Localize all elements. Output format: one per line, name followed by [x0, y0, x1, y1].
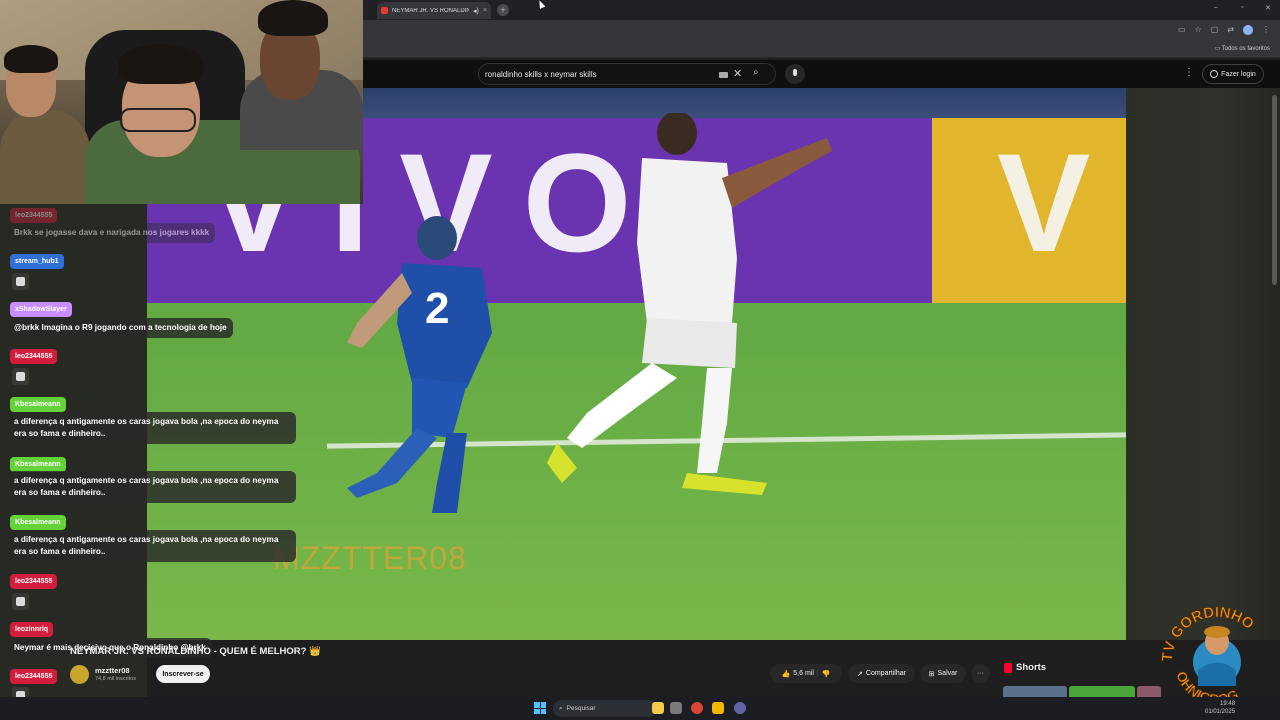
all-bookmarks-link[interactable]: ▭ Todos os favoritos	[1214, 45, 1270, 52]
chat-message: a diferença q antigamente os caras jogav…	[8, 471, 296, 503]
search-box: ✕ ⌕	[478, 63, 776, 85]
shorts-label: Shorts	[1016, 662, 1047, 673]
like-count[interactable]: 5,6 mil	[793, 670, 814, 677]
share-button[interactable]: ↗ Compartilhar	[848, 664, 915, 683]
chat-message: a diferença q antigamente os caras jogav…	[8, 530, 296, 562]
clock-time: 19:48	[1220, 701, 1236, 707]
clear-search-icon[interactable]: ✕	[733, 67, 742, 80]
microphone-icon[interactable]	[785, 64, 805, 84]
shorts-header: Shorts	[1004, 662, 1046, 673]
subscribe-button[interactable]: Inscrever-se	[156, 665, 210, 683]
chat-username: Kbesalmeann	[10, 515, 66, 530]
login-button[interactable]: Fazer login	[1202, 64, 1264, 84]
search-icon: ⌕	[559, 704, 563, 712]
chat-username: Kbesalmeann	[10, 397, 66, 412]
channel-avatar[interactable]	[70, 665, 89, 684]
tab-title: NEYMAR JR. VS RONALDIN	[392, 7, 470, 14]
extensions-icon[interactable]: ▢	[1211, 25, 1219, 35]
taskbar-search-placeholder: Pesquisar	[566, 705, 596, 712]
keyboard-icon[interactable]	[719, 72, 728, 78]
bookmark-star-icon[interactable]: ☆	[1195, 25, 1202, 35]
chat-sticker-icon	[12, 273, 29, 290]
cast-icon[interactable]: ▭	[1178, 25, 1186, 35]
like-icon[interactable]: 👍	[782, 670, 791, 678]
windows-taskbar: ⌕ Pesquisar 19:48 01/01/2025	[0, 697, 1280, 720]
taskbar-search[interactable]: ⌕ Pesquisar	[553, 700, 657, 717]
youtube-favicon-icon	[381, 7, 388, 14]
share-icon: ↗	[857, 670, 863, 678]
tab-close-icon[interactable]: ×	[483, 7, 487, 14]
recommendations-panel	[1126, 88, 1280, 640]
clock-date: 01/01/2025	[1205, 709, 1236, 715]
shorts-icon	[1004, 662, 1012, 673]
video-title: NEYMAR JR. VS RONALDINHO - QUEM É MELHOR…	[70, 646, 321, 657]
chat-username: Kbesalmeann	[10, 457, 66, 472]
chrome-icon[interactable]	[691, 702, 703, 714]
new-tab-button[interactable]: +	[497, 4, 509, 16]
windows-start-icon[interactable]	[534, 702, 546, 714]
share-label: Compartilhar	[865, 670, 906, 677]
save-icon: ⊞	[928, 670, 935, 678]
minimize-icon[interactable]: –	[1214, 4, 1218, 11]
widgets-icon[interactable]	[652, 702, 664, 714]
app-icon[interactable]	[734, 702, 746, 714]
search-input[interactable]	[485, 67, 715, 81]
like-dislike-pill: 👍 5,6 mil | 👎	[770, 664, 842, 683]
chat-username: leozinnrlq	[10, 622, 54, 637]
audio-speaker-icon[interactable]: ◂)	[473, 7, 479, 15]
blue-player-figure: 2	[347, 216, 492, 513]
chat-username: stream_hub1	[10, 254, 64, 269]
system-clock[interactable]: 19:48 01/01/2025	[1205, 700, 1235, 716]
profile-avatar[interactable]	[1243, 25, 1253, 35]
white-player-figure	[547, 113, 832, 495]
live-chat-overlay: leo2344555 Brkk se jogasse dava e nariga…	[0, 204, 300, 700]
chat-username: leo2344555	[10, 208, 58, 223]
window-close-icon[interactable]: ✕	[1265, 4, 1271, 12]
all-bookmarks-label: Todos os favoritos	[1221, 46, 1270, 52]
streamer-webcam	[0, 0, 363, 204]
board-brand-text-right: V	[997, 124, 1091, 281]
browser-menu-icon[interactable]: ⋮	[1262, 25, 1270, 35]
chat-sticker-icon	[12, 368, 29, 385]
chat-message: @brkk Imagina o R9 jogando com a tecnolo…	[8, 318, 233, 338]
dislike-icon[interactable]: 👎	[822, 670, 831, 678]
chat-message: a diferença q antigamente os caras jogav…	[8, 412, 296, 444]
chat-sticker-icon	[12, 593, 29, 610]
save-button[interactable]: ⊞ Salvar	[920, 664, 966, 683]
chat-username: leo2344555	[10, 349, 58, 364]
settings-menu-icon[interactable]: ⋮	[1184, 67, 1194, 78]
save-label: Salvar	[937, 670, 958, 677]
task-view-icon[interactable]	[670, 702, 682, 714]
person-icon	[1210, 70, 1219, 78]
sync-icon[interactable]: ⇄	[1227, 25, 1234, 35]
more-actions-button[interactable]: ···	[971, 664, 990, 683]
search-icon[interactable]: ⌕	[753, 67, 759, 78]
glasses	[120, 108, 196, 132]
video-watermark: MZZTTER08	[273, 540, 467, 576]
subscriber-count: 74,8 mil inscritos	[95, 676, 136, 682]
page-scrollbar[interactable]	[1272, 95, 1277, 285]
login-label: Fazer login	[1221, 70, 1256, 78]
chat-username: leo2344555	[10, 669, 58, 684]
chat-username: leo2344555	[10, 574, 58, 589]
chat-username: xShadowSlayer	[10, 302, 72, 317]
chat-message: Brkk se jogasse dava e narigada nos joga…	[8, 223, 216, 243]
svg-text:2: 2	[425, 284, 449, 333]
channel-name[interactable]: mzztter08	[95, 666, 130, 675]
browser-tab-active[interactable]: NEYMAR JR. VS RONALDIN ◂) ×	[377, 2, 491, 19]
maximize-icon[interactable]: ▫	[1241, 4, 1243, 11]
file-explorer-icon[interactable]	[712, 702, 724, 714]
